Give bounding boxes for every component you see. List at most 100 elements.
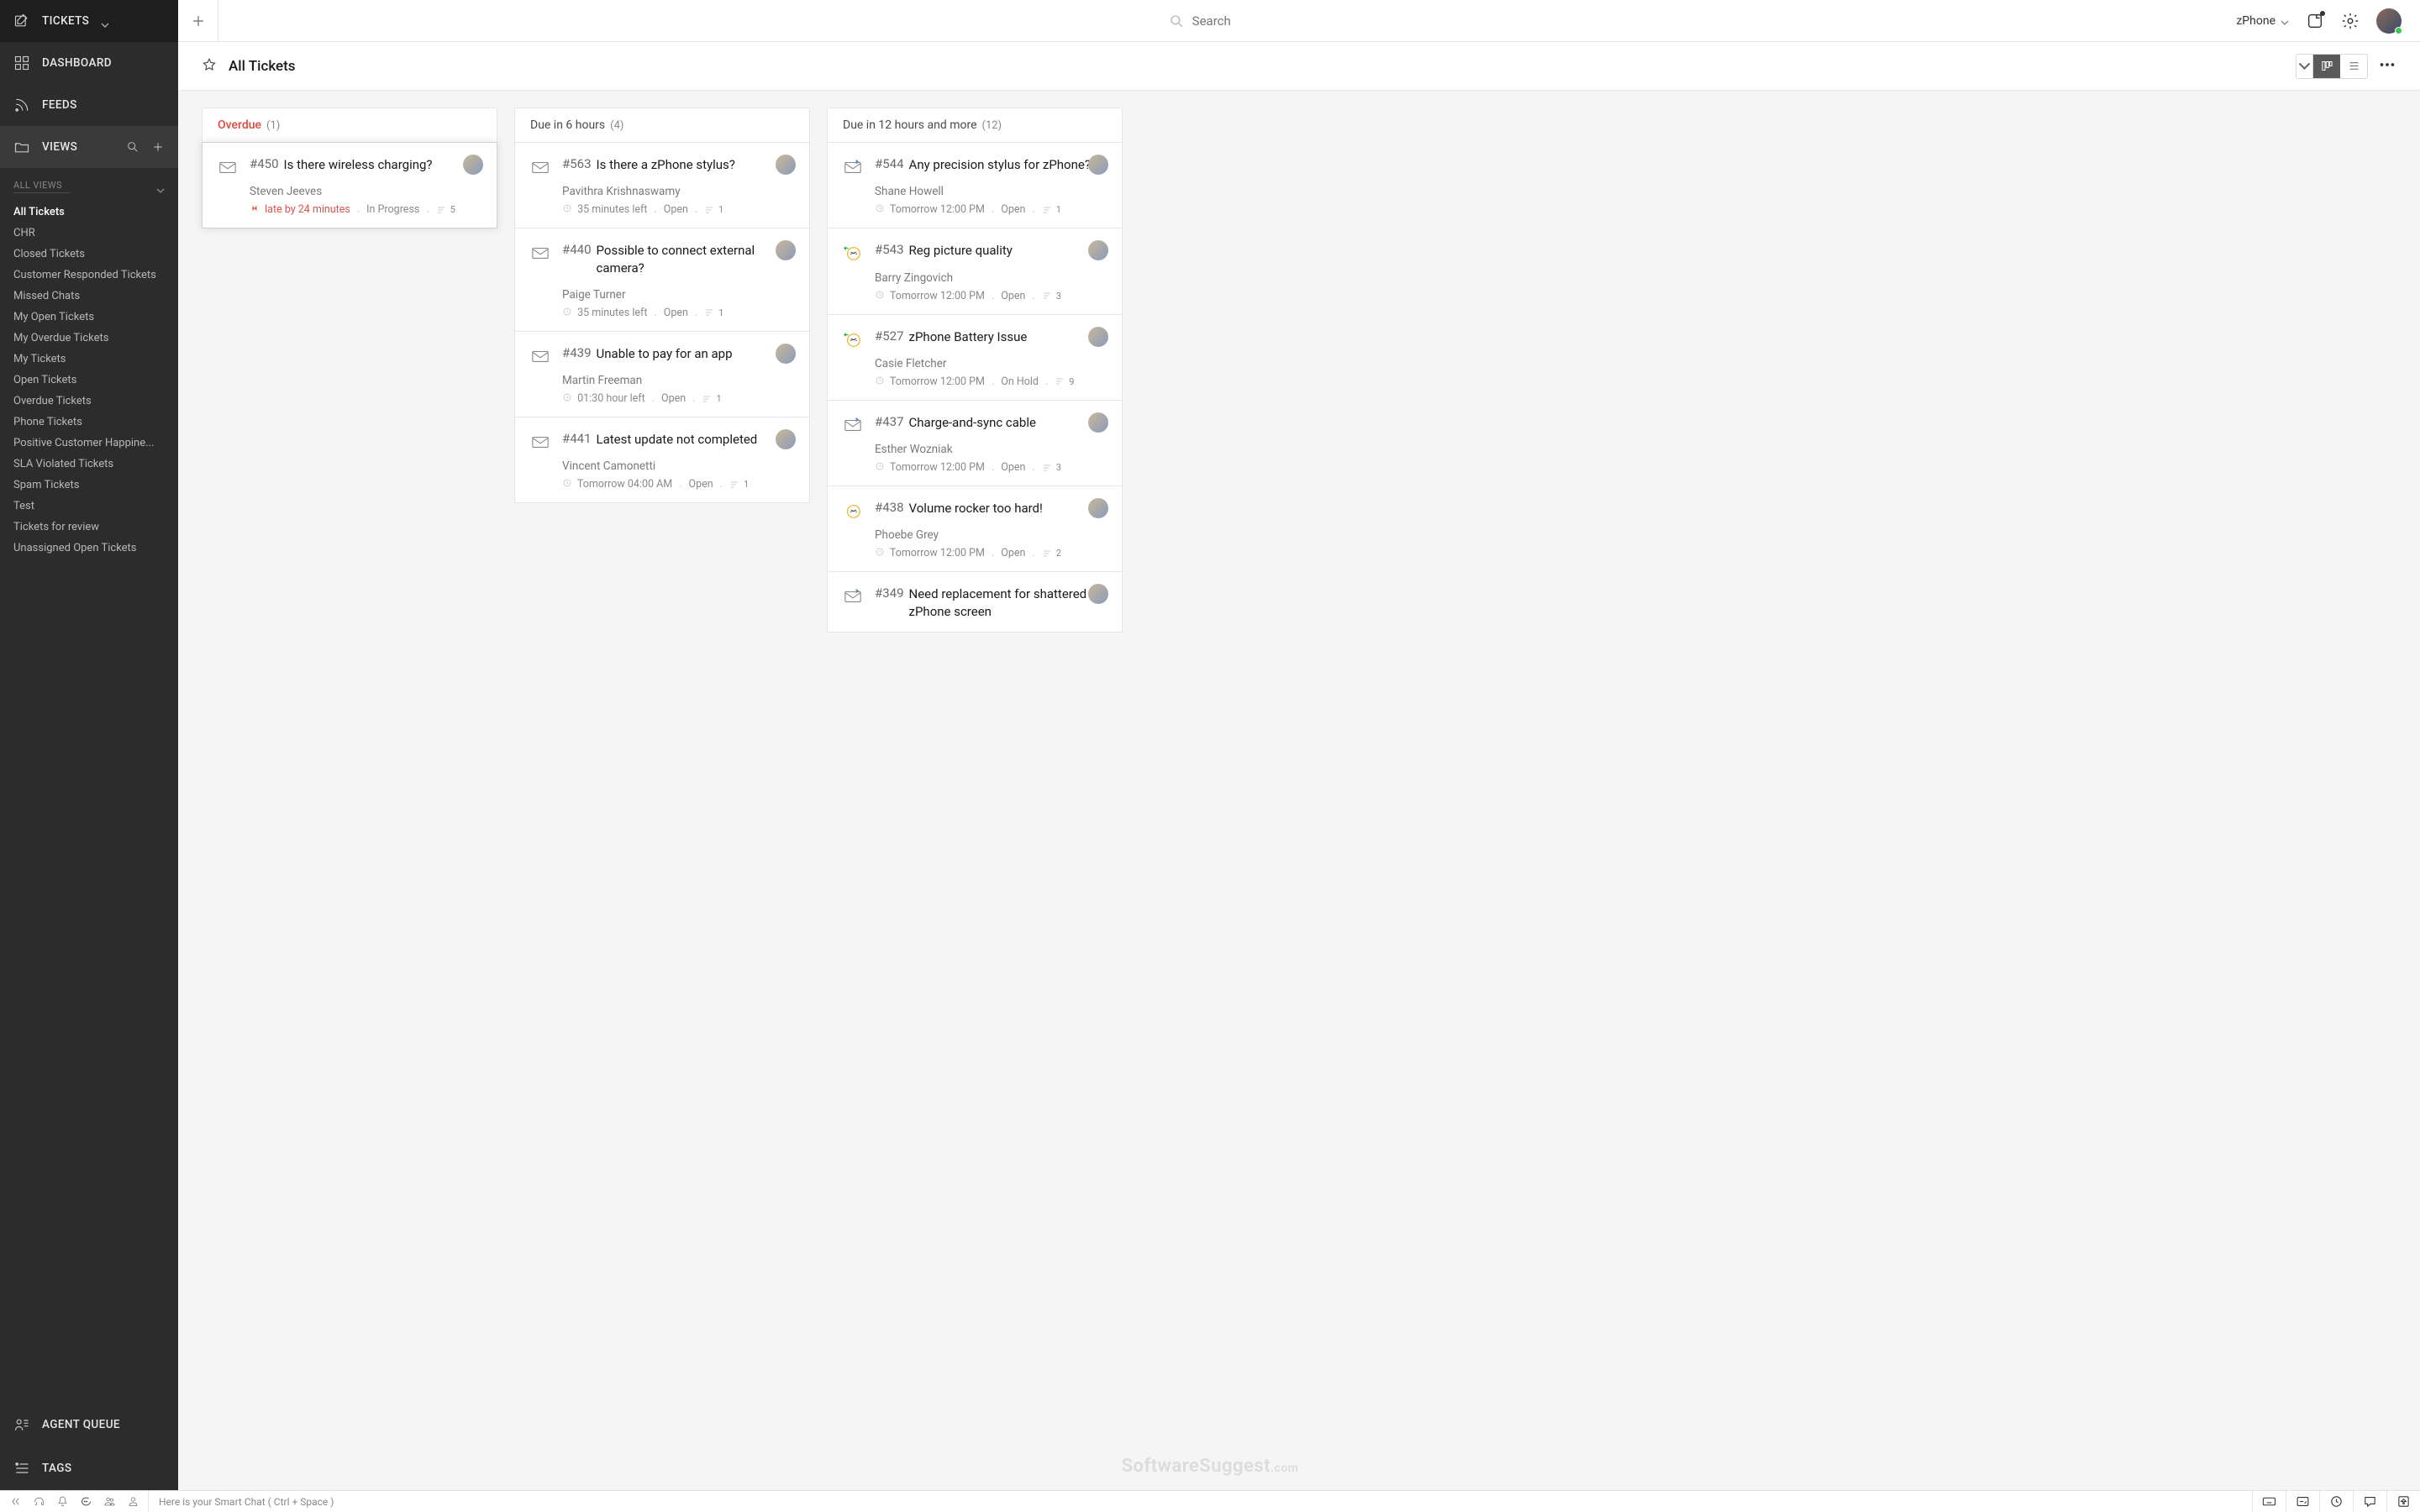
assignee-avatar[interactable] xyxy=(1088,155,1108,175)
module-switcher[interactable]: TICKETS xyxy=(0,0,178,42)
column-header[interactable]: Due in 12 hours and more (12) xyxy=(827,108,1123,143)
ticket-card[interactable]: #440 Possible to connect external camera… xyxy=(515,228,809,331)
kanban-column: Due in 12 hours and more (12)#544 Any pr… xyxy=(827,108,1123,633)
more-icon[interactable] xyxy=(2378,55,2396,77)
list-view-button[interactable] xyxy=(2340,55,2367,78)
ticket-id: #543 xyxy=(875,242,904,257)
notifications-icon[interactable] xyxy=(2306,12,2324,30)
view-list-item[interactable]: All Tickets xyxy=(13,202,165,223)
notification-dot xyxy=(2320,11,2325,16)
view-list-item[interactable]: Overdue Tickets xyxy=(13,391,165,412)
view-list-item[interactable]: Customer Responded Tickets xyxy=(13,265,165,286)
agent-queue-icon xyxy=(13,1416,30,1433)
ticket-card[interactable]: #437 Charge-and-sync cableEsther Wozniak… xyxy=(828,400,1122,486)
view-list-item[interactable]: Positive Customer Happine... xyxy=(13,433,165,454)
sidebar-item-views[interactable]: VIEWS xyxy=(0,126,178,168)
ticket-card[interactable]: #349 Need replacement for shattered zPho… xyxy=(828,571,1122,632)
ticket-card[interactable]: #438 Volume rocker too hard!Phoebe Grey … xyxy=(828,486,1122,571)
thread-count: 3 xyxy=(1042,291,1061,302)
star-icon[interactable] xyxy=(202,57,217,76)
chevron-down-icon xyxy=(101,17,109,25)
ticket-status: Open xyxy=(1001,203,1025,216)
plus-icon[interactable] xyxy=(151,140,165,154)
bell-icon[interactable] xyxy=(55,1495,69,1509)
view-list-item[interactable]: Open Tickets xyxy=(13,370,165,391)
ticket-meta: Tomorrow 12:00 PM.Open.1 xyxy=(875,203,1107,216)
sidebar-item-agent-queue[interactable]: AGENT QUEUE xyxy=(0,1403,178,1446)
person-icon[interactable] xyxy=(126,1495,139,1509)
chevron-down-icon[interactable] xyxy=(156,182,165,191)
channel-icon xyxy=(530,242,550,319)
thread-count: 1 xyxy=(704,204,723,215)
column-header[interactable]: Due in 6 hours (4) xyxy=(514,108,810,143)
import-icon[interactable] xyxy=(2386,1491,2420,1512)
search-input[interactable] xyxy=(1192,13,1268,29)
sidebar-item-feeds[interactable]: FEEDS xyxy=(0,84,178,126)
view-list-item[interactable]: Unassigned Open Tickets xyxy=(13,538,165,559)
view-list-item[interactable]: CHR xyxy=(13,223,165,244)
view-list-item[interactable]: My Tickets xyxy=(13,349,165,370)
clock-icon[interactable] xyxy=(2319,1491,2353,1512)
ticket-meta: Tomorrow 12:00 PM.On Hold.9 xyxy=(875,375,1107,388)
assignee-avatar[interactable] xyxy=(776,155,796,175)
ticket-subject: Reg picture quality xyxy=(909,242,1013,259)
gear-icon[interactable] xyxy=(2341,12,2360,30)
ticket-card[interactable]: #543 Reg picture qualityBarry Zingovich … xyxy=(828,228,1122,313)
column-body: #450 Is there wireless charging?Steven J… xyxy=(202,142,497,228)
view-list-item[interactable]: Spam Tickets xyxy=(13,475,165,496)
assignee-avatar[interactable] xyxy=(1088,412,1108,433)
ticket-meta: Tomorrow 12:00 PM.Open.2 xyxy=(875,547,1107,559)
new-ticket-button[interactable] xyxy=(178,0,218,41)
ticket-status: Open xyxy=(1001,290,1025,302)
ticket-card[interactable]: #527 zPhone Battery IssueCasie Fletcher … xyxy=(828,314,1122,400)
sidebar-item-label: AGENT QUEUE xyxy=(42,1418,120,1431)
collapse-icon[interactable] xyxy=(8,1495,22,1509)
ticket-subject: Is there a zPhone stylus? xyxy=(597,156,735,173)
ticket-card[interactable]: #439 Unable to pay for an appMartin Free… xyxy=(515,331,809,417)
view-list-item[interactable]: Test xyxy=(13,496,165,517)
comment-icon[interactable] xyxy=(2353,1491,2386,1512)
kanban-view-button[interactable] xyxy=(2313,55,2340,78)
assignee-avatar[interactable] xyxy=(1088,498,1108,518)
ticket-requester: Phoebe Grey xyxy=(875,528,1107,542)
view-list-item[interactable]: Tickets for review xyxy=(13,517,165,538)
user-avatar[interactable] xyxy=(2376,8,2402,34)
chat-bubble-icon[interactable] xyxy=(79,1495,92,1509)
card-icon[interactable] xyxy=(2286,1491,2319,1512)
view-list-item[interactable]: My Open Tickets xyxy=(13,307,165,328)
view-list: All TicketsCHRClosed TicketsCustomer Res… xyxy=(13,202,165,559)
ticket-subject: Latest update not completed xyxy=(597,431,758,448)
portal-switcher[interactable]: zPhone xyxy=(2236,14,2289,28)
topbar: zPhone xyxy=(178,0,2420,42)
view-list-item[interactable]: My Overdue Tickets xyxy=(13,328,165,349)
assignee-avatar[interactable] xyxy=(463,155,483,175)
view-dropdown[interactable] xyxy=(2296,55,2313,78)
smart-chat-hint[interactable]: Here is your Smart Chat ( Ctrl + Space ) xyxy=(149,1496,2252,1508)
global-search[interactable] xyxy=(218,0,2217,41)
all-views-header[interactable]: ALL VIEWS xyxy=(13,180,71,193)
ticket-card[interactable]: #450 Is there wireless charging?Steven J… xyxy=(202,142,497,228)
view-list-item[interactable]: SLA Violated Tickets xyxy=(13,454,165,475)
column-title: Due in 6 hours xyxy=(530,118,605,132)
sidebar-item-label: FEEDS xyxy=(42,98,77,112)
ticket-card[interactable]: #544 Any precision stylus for zPhone?Sha… xyxy=(828,143,1122,228)
headset-icon[interactable] xyxy=(32,1495,45,1509)
sidebar-item-tags[interactable]: TAGS xyxy=(0,1446,178,1490)
view-list-item[interactable]: Missed Chats xyxy=(13,286,165,307)
sidebar-item-label: DASHBOARD xyxy=(42,56,112,70)
assignee-avatar[interactable] xyxy=(1088,327,1108,347)
contacts-icon[interactable] xyxy=(103,1495,116,1509)
ticket-card[interactable]: #441 Latest update not completedVincent … xyxy=(515,417,809,502)
column-header[interactable]: Overdue (1) xyxy=(202,108,497,143)
keyboard-icon[interactable] xyxy=(2252,1491,2286,1512)
view-list-item[interactable]: Phone Tickets xyxy=(13,412,165,433)
thread-count: 5 xyxy=(436,204,455,215)
view-list-item[interactable]: Closed Tickets xyxy=(13,244,165,265)
kanban-board: Overdue (1)#450 Is there wireless chargi… xyxy=(178,91,2420,1490)
assignee-avatar[interactable] xyxy=(776,429,796,449)
ticket-card[interactable]: #563 Is there a zPhone stylus?Pavithra K… xyxy=(515,143,809,228)
sidebar-item-dashboard[interactable]: DASHBOARD xyxy=(0,42,178,84)
assignee-avatar[interactable] xyxy=(776,344,796,364)
search-icon[interactable] xyxy=(126,140,139,154)
channel-icon xyxy=(218,156,238,216)
